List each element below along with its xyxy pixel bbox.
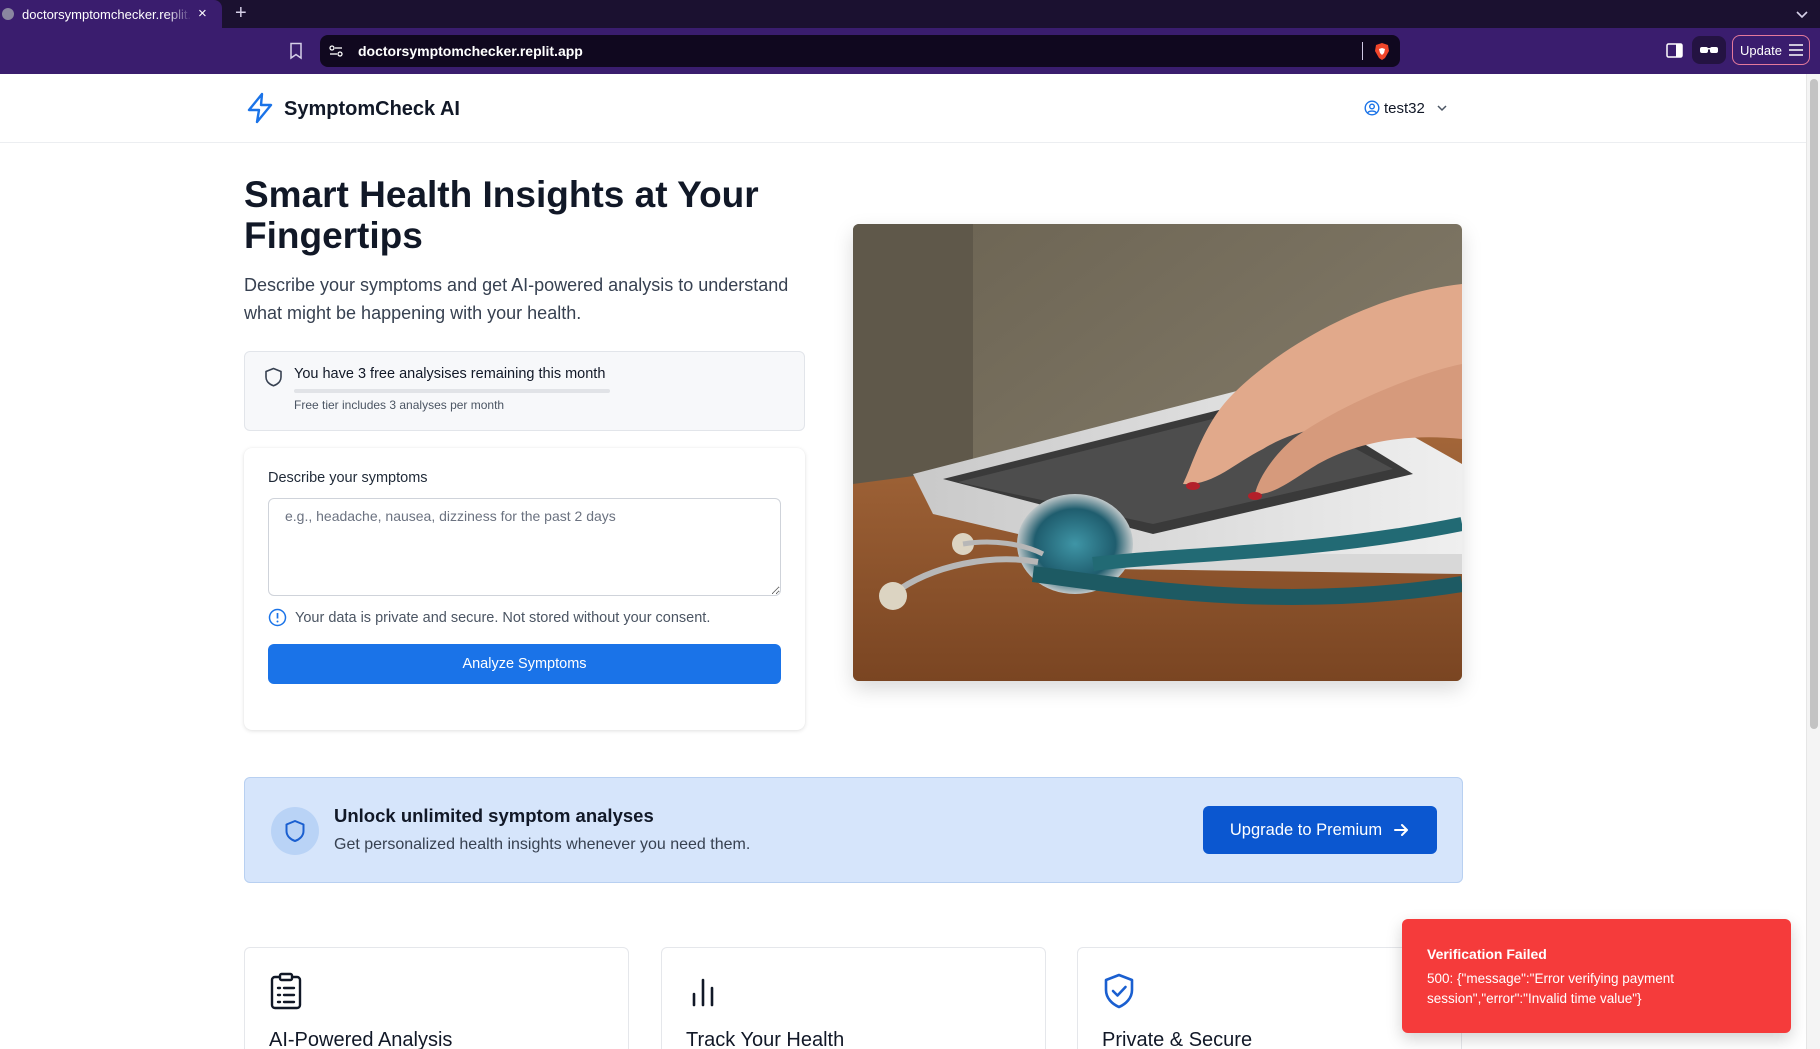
- shield-icon: [265, 367, 282, 387]
- browser-toolbar: doctorsymptomchecker.replit.app Update: [0, 28, 1820, 74]
- hero-photo: [853, 224, 1462, 681]
- update-label: Update: [1740, 42, 1782, 58]
- symptoms-label: Describe your symptoms: [268, 470, 428, 486]
- wallet-button[interactable]: [1692, 36, 1726, 64]
- browser-tab-bar: doctorsymptomchecker.replit.app × +: [0, 0, 1820, 28]
- free-quota-panel: You have 3 free analysises remaining thi…: [244, 351, 805, 431]
- upsell-title: Unlock unlimited symptom analyses: [334, 805, 654, 826]
- url-text: doctorsymptomchecker.replit.app: [358, 43, 583, 59]
- analyze-symptoms-button[interactable]: Analyze Symptoms: [268, 644, 781, 684]
- feature-title: Private & Secure: [1102, 1029, 1253, 1049]
- brave-shields-icon[interactable]: [1373, 42, 1391, 61]
- upsell-subtitle: Get personalized health insights wheneve…: [334, 836, 751, 853]
- shield-check-icon: [1104, 973, 1134, 1009]
- menu-icon: [1789, 44, 1803, 56]
- hero-title: Smart Health Insights at Your Fingertips: [244, 174, 759, 256]
- page: SymptomCheck AI test32 Smart Health Insi…: [0, 74, 1806, 1049]
- symptom-form: Describe your symptoms Your data is priv…: [244, 448, 805, 730]
- address-bar[interactable]: doctorsymptomchecker.replit.app: [320, 35, 1400, 67]
- chevron-down-icon[interactable]: [1794, 6, 1810, 22]
- divider: [1362, 42, 1363, 60]
- feature-title: Track Your Health: [686, 1029, 845, 1049]
- user-circle-icon: [1364, 100, 1380, 116]
- upgrade-to-premium-button[interactable]: Upgrade to Premium: [1203, 806, 1437, 854]
- info-icon: [268, 608, 287, 627]
- feature-card-track-health: Track Your Health: [661, 947, 1046, 1049]
- arrow-right-icon: [1394, 824, 1409, 836]
- quota-progress-bar: [294, 389, 610, 393]
- sidebar-toggle-icon[interactable]: [1666, 43, 1683, 58]
- glasses-icon: [1700, 47, 1718, 53]
- quota-message: You have 3 free analysises remaining thi…: [294, 366, 606, 382]
- globe-icon: [2, 8, 14, 20]
- bookmark-icon[interactable]: [288, 42, 304, 60]
- update-button[interactable]: Update: [1732, 35, 1810, 65]
- lightning-logo-icon[interactable]: [245, 92, 275, 124]
- shield-icon: [285, 820, 305, 842]
- upgrade-label: Upgrade to Premium: [1229, 820, 1383, 839]
- scrollbar-thumb[interactable]: [1810, 79, 1818, 729]
- privacy-text: Your data is private and secure. Not sto…: [295, 609, 711, 626]
- toast-message: 500: {"message":"Error verifying payment…: [1427, 971, 1674, 1006]
- feature-card-ai-analysis: AI-Powered Analysis: [244, 947, 629, 1049]
- laptop-stethoscope-image: [853, 224, 1462, 681]
- error-toast[interactable]: Verification Failed 500: {"message":"Err…: [1402, 919, 1791, 1033]
- bar-chart-icon: [692, 978, 714, 1007]
- hero-subtitle: Describe your symptoms and get AI-powere…: [244, 275, 789, 323]
- feature-title: AI-Powered Analysis: [269, 1029, 453, 1049]
- page-scrollbar[interactable]: [1806, 74, 1820, 1049]
- premium-upsell-banner: Unlock unlimited symptom analyses Get pe…: [244, 777, 1463, 883]
- tab-title: doctorsymptomchecker.replit.app: [22, 6, 192, 22]
- clipboard-list-icon: [270, 972, 302, 1010]
- quota-note: Free tier includes 3 analyses per month: [294, 398, 505, 412]
- close-tab-icon[interactable]: ×: [198, 5, 207, 23]
- brand-name[interactable]: SymptomCheck AI: [284, 98, 460, 121]
- site-header: SymptomCheck AI test32: [0, 74, 1806, 143]
- privacy-notice: Your data is private and secure. Not sto…: [268, 608, 710, 627]
- chevron-down-icon: [1437, 105, 1447, 112]
- user-name: test32: [1384, 99, 1425, 117]
- new-tab-icon[interactable]: +: [235, 3, 247, 23]
- user-menu[interactable]: test32: [1364, 98, 1449, 118]
- symptoms-input[interactable]: [268, 498, 781, 596]
- browser-tab[interactable]: doctorsymptomchecker.replit.app ×: [0, 0, 222, 28]
- upsell-icon-badge: [271, 807, 319, 855]
- site-settings-icon[interactable]: [328, 43, 344, 59]
- toast-title: Verification Failed: [1427, 946, 1547, 962]
